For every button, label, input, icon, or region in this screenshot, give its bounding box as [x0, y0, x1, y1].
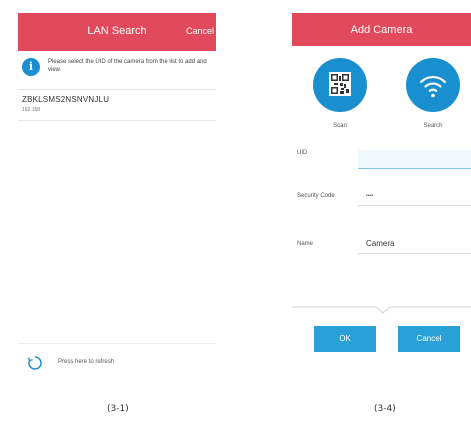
stage: LAN Search Cancel i Please select the UI…	[0, 0, 471, 426]
refresh-button[interactable]: Press here to refresh	[18, 343, 216, 381]
dialog-divider	[292, 306, 471, 314]
security-code-value: ••••	[366, 193, 374, 199]
lan-search-screen: LAN Search Cancel i Please select the UI…	[18, 13, 216, 381]
scan-button[interactable]	[313, 58, 367, 112]
qr-code-icon	[329, 72, 351, 96]
name-value: Camera	[366, 239, 395, 248]
refresh-icon	[27, 356, 42, 370]
add-camera-screen: Add Camera Scan Search UID Security Code…	[292, 13, 471, 381]
name-label: Name	[297, 241, 314, 247]
device-list-item[interactable]: ZBKLSMS2NSNVNJLU 192.168	[18, 90, 216, 121]
info-icon: i	[22, 58, 40, 76]
security-code-field[interactable]: ••••	[358, 189, 471, 206]
name-field[interactable]: Camera	[358, 235, 471, 254]
refresh-label: Press here to refresh	[58, 359, 115, 365]
info-text: Please select the UID of the camera from…	[48, 59, 207, 73]
wifi-icon	[419, 75, 447, 98]
cancel-dialog-button[interactable]: Cancel	[398, 326, 460, 352]
search-label: Search	[423, 123, 443, 129]
cancel-button[interactable]: Cancel	[186, 26, 214, 36]
lan-search-header: LAN Search Cancel	[18, 13, 216, 51]
security-code-label: Security Code	[297, 193, 335, 199]
info-banner: i Please select the UID of the camera fr…	[18, 53, 216, 90]
add-camera-header: Add Camera	[292, 13, 471, 46]
device-uid: ZBKLSMS2NSNVNJLU	[22, 95, 110, 104]
add-camera-title: Add Camera	[350, 24, 413, 36]
figure-caption-right: (3-4)	[374, 404, 396, 414]
uid-label: UID	[297, 150, 308, 156]
search-button[interactable]	[406, 58, 460, 112]
figure-caption-left: (3-1)	[107, 404, 129, 414]
device-ip: 192.168	[22, 107, 41, 113]
uid-field[interactable]	[358, 150, 471, 169]
ok-button[interactable]: OK	[314, 326, 376, 352]
scan-label: Scan	[333, 123, 347, 129]
